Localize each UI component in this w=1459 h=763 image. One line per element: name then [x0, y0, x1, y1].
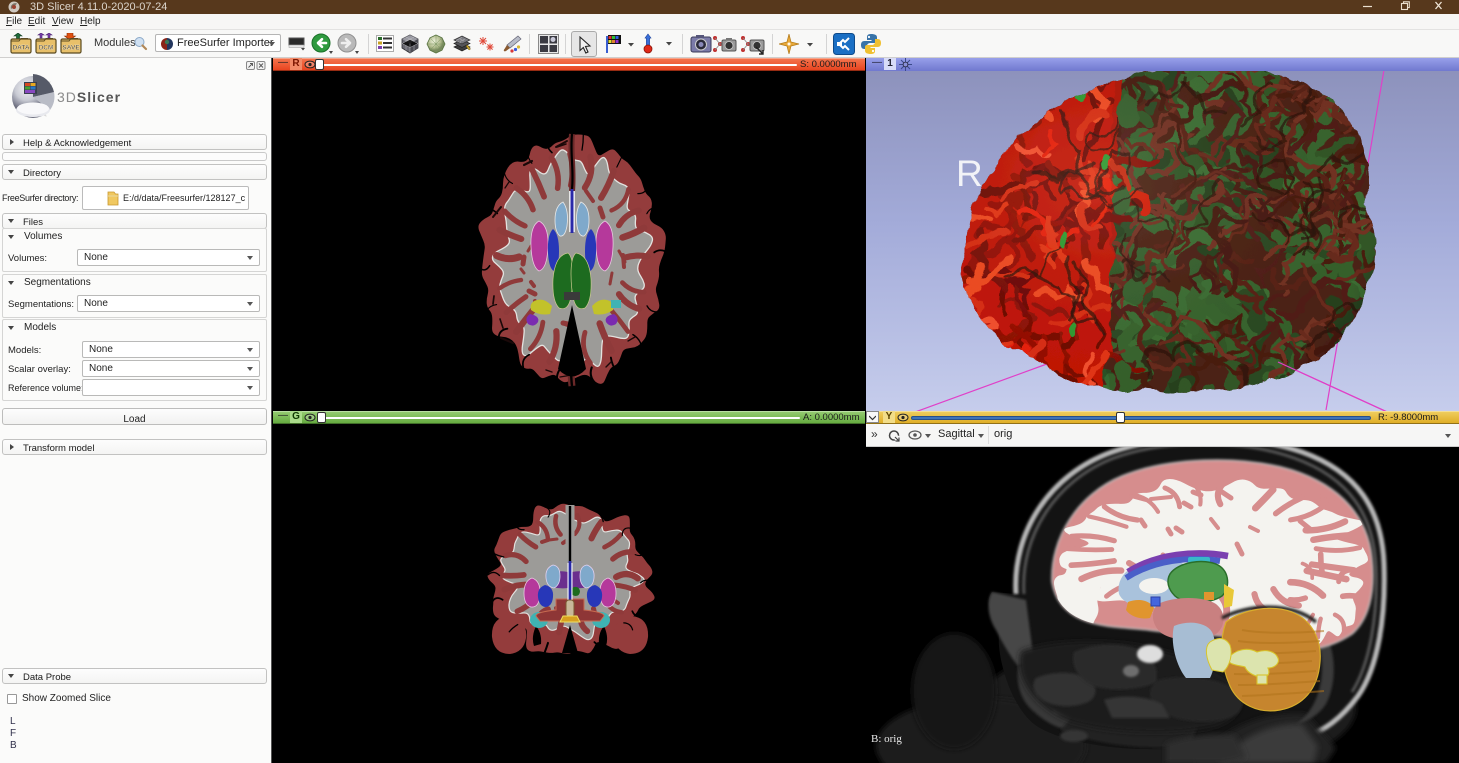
svg-text:SAVE: SAVE: [62, 45, 80, 52]
svg-text:3DSlicer: 3DSlicer: [57, 89, 121, 105]
svg-text:DATA: DATA: [12, 45, 29, 52]
svg-text:R: R: [956, 153, 983, 194]
svg-text:B: orig: B: orig: [871, 733, 902, 745]
svg-text:DCM: DCM: [39, 45, 54, 52]
